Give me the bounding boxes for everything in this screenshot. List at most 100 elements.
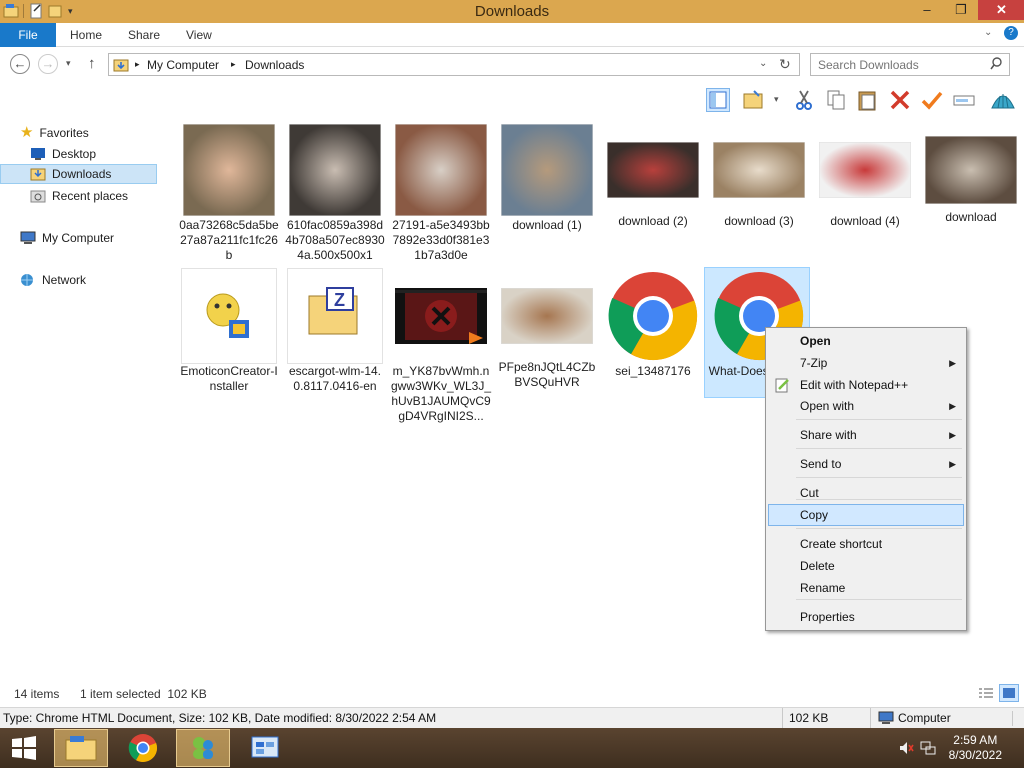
address-row: ← → ▾ ↑ ▸ My Computer ▸ Downloads ⌄ ↻ [0, 48, 1024, 82]
menu-item-label: Create shortcut [800, 537, 883, 551]
taskbar-file-explorer[interactable] [54, 729, 108, 767]
menu-item-7-zip[interactable]: 7-Zip ▶ [768, 352, 964, 374]
file-item[interactable]: PFpe8nJQtL4CZbBVSQuHVR [494, 268, 600, 390]
file-name: PFpe8nJQtL4CZbBVSQuHVR [498, 360, 596, 389]
installer-icon [181, 268, 277, 364]
tab-home[interactable]: Home [58, 23, 114, 47]
up-button[interactable]: ↑ [88, 55, 96, 72]
close-button[interactable]: ✕ [978, 0, 1024, 20]
location-folder-icon [113, 57, 129, 76]
file-name: sei_13487176 [615, 364, 691, 378]
file-item[interactable]: Zescargot-wlm-14.0.8117.0416-en [282, 268, 388, 394]
file-item[interactable]: download (1) [494, 122, 600, 233]
refresh-icon[interactable]: ↻ [779, 56, 791, 73]
menu-item-send-to[interactable]: Send to ▶ [768, 453, 964, 475]
menu-item-rename[interactable]: Rename [768, 577, 964, 599]
preview-pane-icon[interactable] [706, 88, 730, 112]
restore-button[interactable]: ❐ [944, 0, 978, 20]
search-input[interactable] [818, 55, 988, 75]
taskbar-chrome[interactable] [116, 729, 170, 767]
folder-options-dropdown-icon[interactable]: ▾ [774, 94, 779, 105]
minimize-button[interactable]: – [910, 0, 944, 20]
address-dropdown-icon[interactable]: ⌄ [759, 58, 767, 69]
nav-network-label: Network [42, 273, 87, 287]
chrome-icon [608, 272, 698, 361]
control-panel-icon [251, 736, 279, 758]
ribbon-collapse-icon[interactable]: ⌄ [984, 27, 992, 38]
menu-item-open-with[interactable]: Open with ▶ [768, 395, 964, 417]
nav-downloads[interactable]: Downloads [0, 164, 157, 184]
file-item[interactable]: download (3) [706, 122, 812, 229]
menu-item-cut[interactable]: Cut [768, 482, 964, 504]
nav-favorites-label: Favorites [39, 126, 89, 140]
breadcrumb-downloads[interactable]: Downloads [245, 58, 304, 72]
recent-locations-icon[interactable]: ▾ [66, 58, 71, 69]
title-bar: ▾ Downloads – ❐ ✕ [0, 0, 1024, 23]
details-bar: Type: Chrome HTML Document, Size: 102 KB… [0, 707, 1024, 728]
breadcrumb-my-computer[interactable]: My Computer [147, 58, 219, 72]
file-item[interactable]: 0aa73268c5da5be27a87a211fc1fc26b [176, 122, 282, 263]
computer-icon [20, 231, 36, 245]
menu-item-share-with[interactable]: Share with ▶ [768, 424, 964, 446]
chrome-icon [128, 734, 158, 762]
menu-item-label: Edit with Notepad++ [800, 378, 909, 392]
nav-my-computer[interactable]: My Computer [20, 228, 114, 248]
file-item[interactable]: EmoticonCreator-Installer [176, 268, 282, 394]
menu-item-create-shortcut[interactable]: Create shortcut [768, 533, 964, 555]
cut-icon[interactable] [792, 88, 816, 112]
menu-item-label: 7-Zip [800, 356, 828, 370]
file-item[interactable]: 27191-a5e3493bb7892e33d0f381e31b7a3d0e [388, 122, 494, 263]
file-item[interactable]: download [918, 122, 1024, 225]
nav-recent-places[interactable]: Recent places [30, 186, 128, 206]
clock[interactable]: 2:59 AM 8/30/2022 [949, 733, 1002, 763]
menu-separator [796, 599, 962, 600]
address-bar[interactable]: ▸ My Computer ▸ Downloads ⌄ ↻ [108, 53, 800, 76]
help-icon[interactable]: ? [1004, 26, 1018, 40]
nav-desktop[interactable]: Desktop [30, 144, 96, 164]
file-item[interactable]: 610fac0859a398d4b708a507ec89304a.500x500… [282, 122, 388, 263]
menu-item-properties[interactable]: Properties [768, 606, 964, 628]
ribbon-tabs: File Home Share View ⌄ ? [0, 23, 1024, 47]
file-name: m_YK87bvWmh.ngww3WKv_WL3J_hUvB1JAUMQvC9g… [390, 364, 492, 423]
back-button[interactable]: ← [10, 54, 30, 74]
file-name: download (4) [830, 214, 900, 228]
search-box [810, 53, 1010, 76]
paste-icon[interactable] [856, 88, 880, 112]
details-view-icon[interactable] [978, 686, 994, 703]
nav-network[interactable]: Network [20, 270, 86, 290]
volume-muted-icon[interactable] [898, 740, 914, 759]
tab-file[interactable]: File [0, 23, 56, 47]
file-thumbnail [176, 122, 282, 218]
taskbar-messenger[interactable] [176, 729, 230, 767]
file-item[interactable]: sei_13487176 [600, 268, 706, 379]
nav-favorites[interactable]: ★ Favorites [20, 123, 89, 143]
search-icon[interactable] [990, 57, 1002, 74]
menu-item-open[interactable]: Open [768, 330, 964, 352]
rename-icon[interactable] [952, 88, 976, 112]
file-item[interactable]: download (2) [600, 122, 706, 229]
file-size: 102 KB [789, 711, 829, 725]
file-item[interactable]: download (4) [812, 122, 918, 229]
taskbar-control-panel[interactable] [238, 729, 292, 767]
menu-item-copy[interactable]: Copy [768, 504, 964, 526]
file-item[interactable]: m_YK87bvWmh.ngww3WKv_WL3J_hUvB1JAUMQvC9g… [388, 268, 494, 424]
network-tray-icon[interactable] [920, 740, 936, 759]
forward-button[interactable]: → [38, 54, 58, 74]
checkmark-icon[interactable] [920, 88, 944, 112]
messenger-icon [193, 737, 213, 759]
large-icons-view-icon[interactable] [999, 684, 1019, 702]
seashell-icon[interactable] [990, 88, 1015, 112]
submenu-arrow-icon: ▶ [949, 401, 956, 411]
copy-icon[interactable] [824, 88, 848, 112]
nav-my-computer-label: My Computer [42, 231, 115, 245]
tab-view[interactable]: View [174, 23, 224, 47]
menu-item-delete[interactable]: Delete [768, 555, 964, 577]
delete-icon[interactable] [888, 88, 912, 112]
start-button[interactable] [0, 729, 48, 767]
zone-label: Computer [898, 711, 951, 725]
tab-share[interactable]: Share [116, 23, 172, 47]
folder-options-icon[interactable] [742, 88, 766, 112]
nav-desktop-label: Desktop [52, 147, 97, 161]
svg-text:Z: Z [334, 290, 345, 310]
menu-item-edit-with-notepad[interactable]: Edit with Notepad++ [768, 374, 964, 396]
